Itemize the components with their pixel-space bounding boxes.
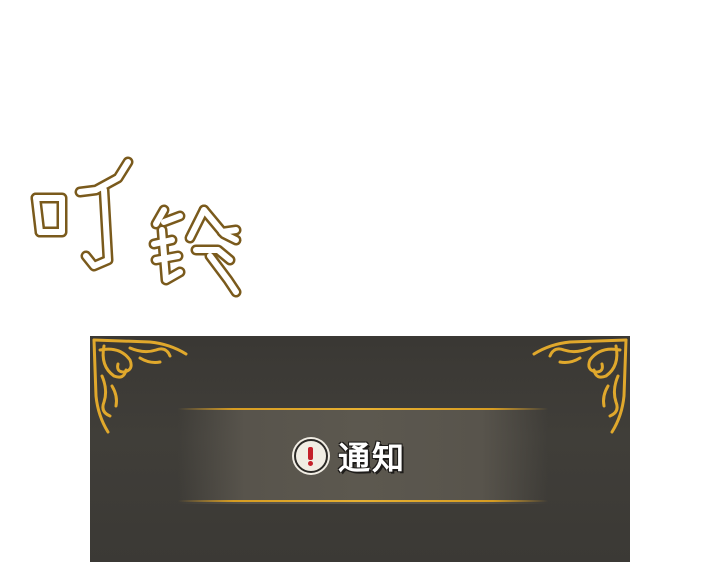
banner-top-rule — [178, 408, 548, 410]
banner-bottom-rule — [178, 500, 548, 502]
notification-panel: 通知 — [90, 336, 630, 562]
sound-effect-lettering: 叮铃 — [22, 148, 282, 308]
ornament-corner-left — [92, 338, 188, 434]
notification-title: 通知 — [337, 439, 406, 477]
sound-effect-drawing — [30, 156, 242, 298]
exclamation-icon — [293, 439, 328, 473]
notification-header: 通知 — [90, 436, 630, 477]
